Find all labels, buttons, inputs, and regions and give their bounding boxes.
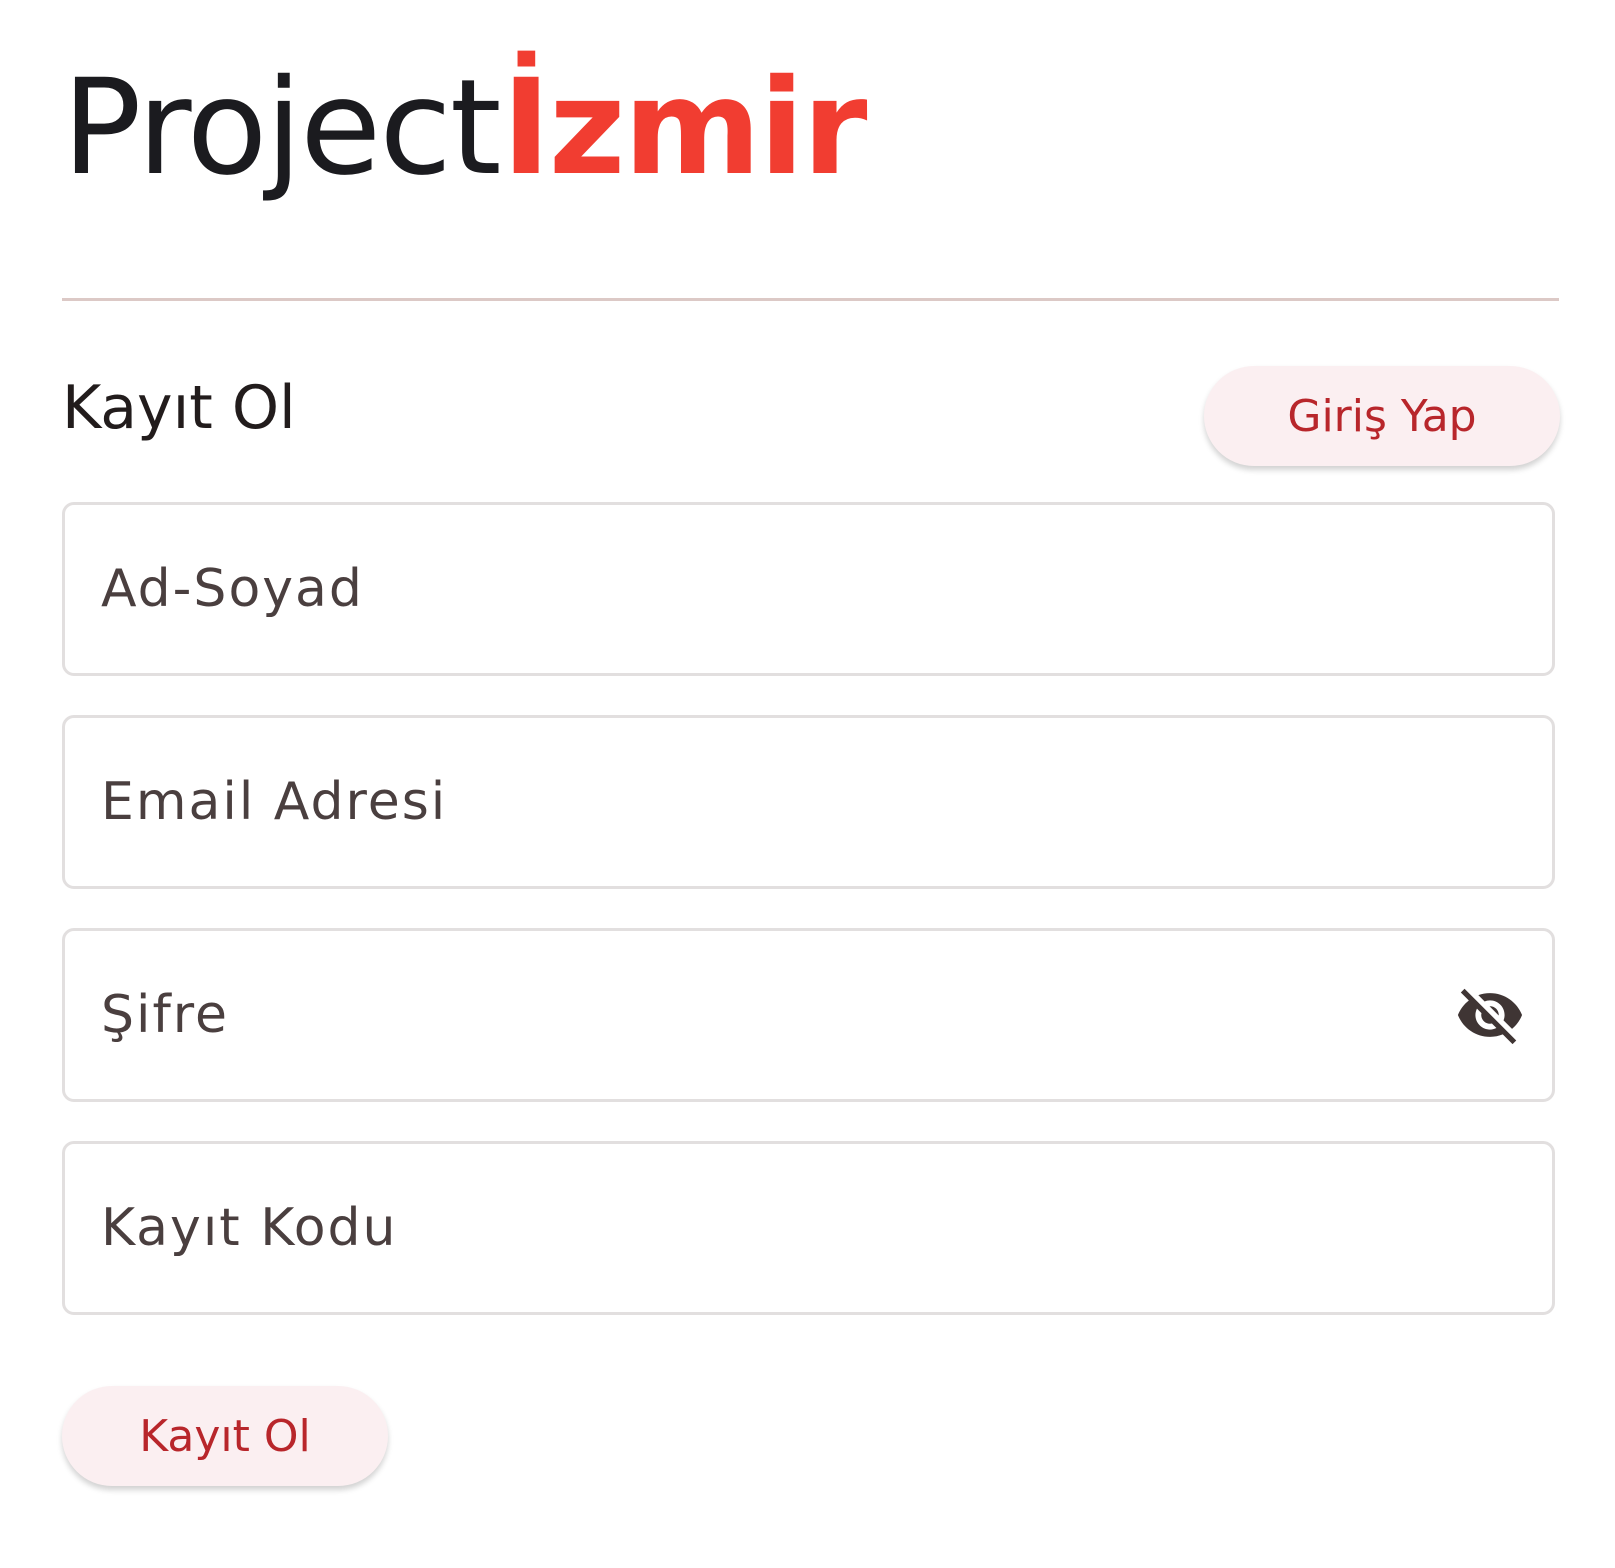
name-field[interactable]	[62, 502, 1555, 676]
password-field[interactable]	[62, 928, 1555, 1102]
email-field[interactable]	[62, 715, 1555, 889]
page-title: Kayıt Ol	[62, 373, 296, 443]
registration-code-field[interactable]	[62, 1141, 1555, 1315]
password-input[interactable]	[101, 931, 1448, 1099]
register-button[interactable]: Kayıt Ol	[62, 1386, 388, 1486]
email-input[interactable]	[101, 718, 1448, 886]
name-input[interactable]	[101, 505, 1448, 673]
header-divider	[62, 298, 1559, 301]
visibility-off-icon[interactable]	[1452, 977, 1528, 1053]
registration-code-input[interactable]	[101, 1144, 1448, 1312]
logo-text-izmir: İzmir	[501, 51, 868, 205]
logo-text-project: Project	[62, 51, 502, 205]
login-button[interactable]: Giriş Yap	[1204, 366, 1560, 466]
app-logo: Projectİzmir	[62, 62, 867, 194]
